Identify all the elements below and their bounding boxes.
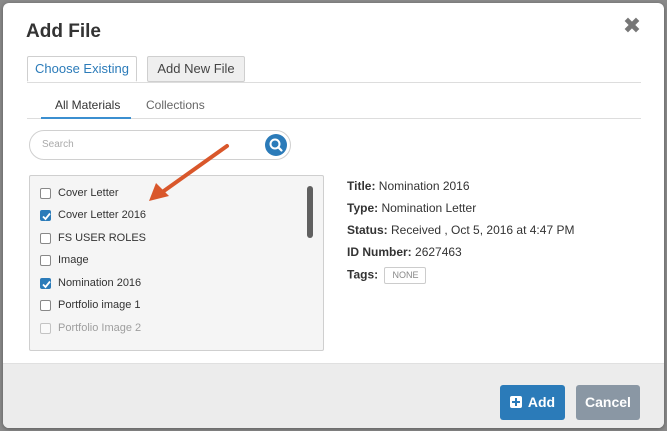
list-scrollbar[interactable]	[307, 186, 313, 238]
tag-badge: NONE	[384, 267, 427, 284]
list-item[interactable]: Nomination 2016	[40, 275, 300, 293]
tab-choose-existing[interactable]: Choose Existing	[27, 56, 137, 82]
plus-icon	[509, 396, 522, 408]
list-item[interactable]: Cover Letter 2016	[40, 207, 300, 225]
dialog-footer: Add Cancel	[3, 363, 664, 428]
add-button-label: Add	[527, 394, 556, 410]
list-item-label: FS USER ROLES	[58, 232, 147, 244]
detail-label: ID Number:	[347, 245, 412, 259]
list-item-label: Nomination 2016	[58, 277, 142, 289]
detail-label: Type:	[347, 201, 379, 215]
detail-value: Nomination Letter	[381, 201, 477, 215]
checkbox[interactable]	[40, 323, 51, 334]
close-icon[interactable]: ✖	[622, 15, 642, 37]
search-placeholder: Search	[42, 139, 74, 150]
checkmark-icon	[42, 212, 51, 221]
cancel-button[interactable]: Cancel	[576, 385, 640, 420]
list-item-label: Portfolio image 1	[58, 299, 141, 311]
detail-type: Type: Nomination Letter	[347, 201, 476, 215]
detail-label: Tags:	[347, 267, 379, 282]
checkbox[interactable]	[40, 278, 51, 289]
checkbox[interactable]	[40, 233, 51, 244]
search-icon[interactable]	[265, 134, 287, 156]
detail-id-number: ID Number: 2627463	[347, 245, 462, 259]
list-item[interactable]: Portfolio image 1	[40, 297, 300, 315]
active-tab-indicator	[41, 117, 131, 119]
list-item-label: Portfolio Image 2	[58, 322, 142, 334]
detail-title: Title: Nomination 2016	[347, 179, 470, 193]
list-item-label: Cover Letter	[58, 187, 119, 199]
list-item-label: Cover Letter 2016	[58, 209, 147, 221]
annotation-arrow-icon	[149, 144, 229, 201]
tab-add-new-file[interactable]: Add New File	[147, 56, 245, 82]
detail-value: Received , Oct 5, 2016 at 4:47 PM	[391, 223, 575, 237]
list-item[interactable]: FS USER ROLES	[40, 230, 300, 248]
checkbox[interactable]	[40, 210, 51, 221]
tab-collections[interactable]: Collections	[146, 98, 205, 112]
detail-tags: Tags: NONE	[347, 267, 427, 284]
add-button[interactable]: Add	[500, 385, 565, 420]
tab-all-materials[interactable]: All Materials	[55, 98, 120, 112]
detail-status: Status: Received , Oct 5, 2016 at 4:47 P…	[347, 223, 574, 237]
add-file-dialog: Add File ✖ Choose Existing Add New File …	[3, 3, 664, 428]
checkbox[interactable]	[40, 300, 51, 311]
checkmark-icon	[42, 280, 51, 289]
list-item-label: Image	[58, 254, 89, 266]
material-sub-tabs: All Materials Collections	[27, 95, 641, 120]
dialog-title: Add File	[26, 21, 101, 42]
detail-value: 2627463	[415, 245, 462, 259]
detail-label: Status:	[347, 223, 388, 237]
list-item[interactable]: Portfolio Image 2	[40, 320, 300, 338]
checkbox[interactable]	[40, 255, 51, 266]
detail-label: Title:	[347, 179, 376, 193]
detail-value: Nomination 2016	[378, 179, 470, 193]
list-item[interactable]: Image	[40, 252, 300, 270]
checkbox[interactable]	[40, 188, 51, 199]
tabs-divider	[27, 82, 641, 83]
